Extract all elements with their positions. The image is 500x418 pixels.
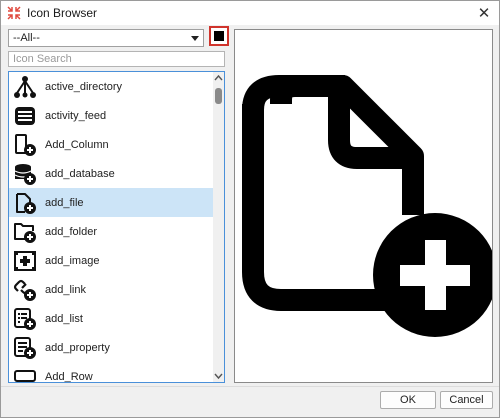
icon-list-item-label: add_image (45, 254, 100, 267)
icon-list-item-label: add_list (45, 312, 83, 325)
add-file-icon (16, 192, 36, 214)
add-row-icon (14, 369, 36, 382)
icon-list-item-label: add_folder (45, 225, 97, 238)
icon-search-input[interactable] (8, 51, 225, 67)
icon-list-item-label: add_link (45, 283, 86, 296)
icon-list-item[interactable]: Add_Row (9, 362, 213, 383)
ok-button[interactable]: OK (380, 391, 436, 409)
icon-browser-window: Icon Browser ✕ --All-- active_directorya… (0, 0, 500, 418)
scroll-down-icon[interactable] (213, 370, 224, 382)
title-bar: Icon Browser ✕ (1, 1, 499, 25)
add-list-icon (14, 307, 36, 330)
add-image-icon (14, 250, 36, 271)
activity-feed-icon (15, 106, 35, 125)
add-file-icon (242, 75, 492, 337)
icon-list-item[interactable]: add_database (9, 159, 213, 188)
icon-list-item[interactable]: add_folder (9, 217, 213, 246)
add-column-icon (15, 133, 36, 156)
window-title: Icon Browser (27, 6, 98, 20)
list-scrollbar[interactable] (213, 72, 224, 382)
add-property-icon (14, 336, 36, 359)
footer-divider (1, 386, 499, 387)
icon-list-item[interactable]: active_directory (9, 72, 213, 101)
active-directory-icon (14, 75, 36, 98)
add-folder-icon (14, 222, 36, 243)
icon-list-item[interactable]: add_list (9, 304, 213, 333)
icon-list-item-label: Add_Column (45, 138, 109, 151)
cancel-button[interactable]: Cancel (440, 391, 493, 409)
close-button[interactable]: ✕ (473, 1, 495, 25)
app-icon (7, 6, 21, 20)
icon-list-item-label: active_directory (45, 80, 123, 93)
category-dropdown-value: --All-- (13, 32, 40, 44)
scroll-up-icon[interactable] (213, 72, 224, 84)
icon-list-item[interactable]: add_property (9, 333, 213, 362)
icon-list-items: active_directory activity_feed Add_Columna… (9, 72, 213, 383)
category-dropdown[interactable]: --All-- (8, 29, 204, 47)
icon-list-item-label: Add_Row (45, 370, 93, 383)
add-link-icon (13, 279, 36, 301)
icon-list-item[interactable]: add_file (9, 188, 213, 217)
color-swatch (214, 31, 224, 41)
color-picker-button[interactable] (209, 26, 229, 46)
icon-preview-panel (234, 29, 493, 383)
icon-list-item[interactable]: activity_feed (9, 101, 213, 130)
icon-list-item[interactable]: add_image (9, 246, 213, 275)
chevron-down-icon (191, 36, 199, 41)
close-icon: ✕ (477, 5, 491, 22)
icon-list-item-label: add_database (45, 167, 115, 180)
scroll-thumb[interactable] (215, 88, 222, 104)
icon-list-item[interactable]: add_link (9, 275, 213, 304)
add-database-icon (14, 163, 36, 185)
icon-list-item-label: add_property (45, 341, 110, 354)
icon-list-item-label: activity_feed (45, 109, 107, 122)
icon-list[interactable]: active_directory activity_feed Add_Columna… (8, 71, 225, 383)
icon-list-item[interactable]: Add_Column (9, 130, 213, 159)
icon-list-item-label: add_file (45, 196, 84, 209)
